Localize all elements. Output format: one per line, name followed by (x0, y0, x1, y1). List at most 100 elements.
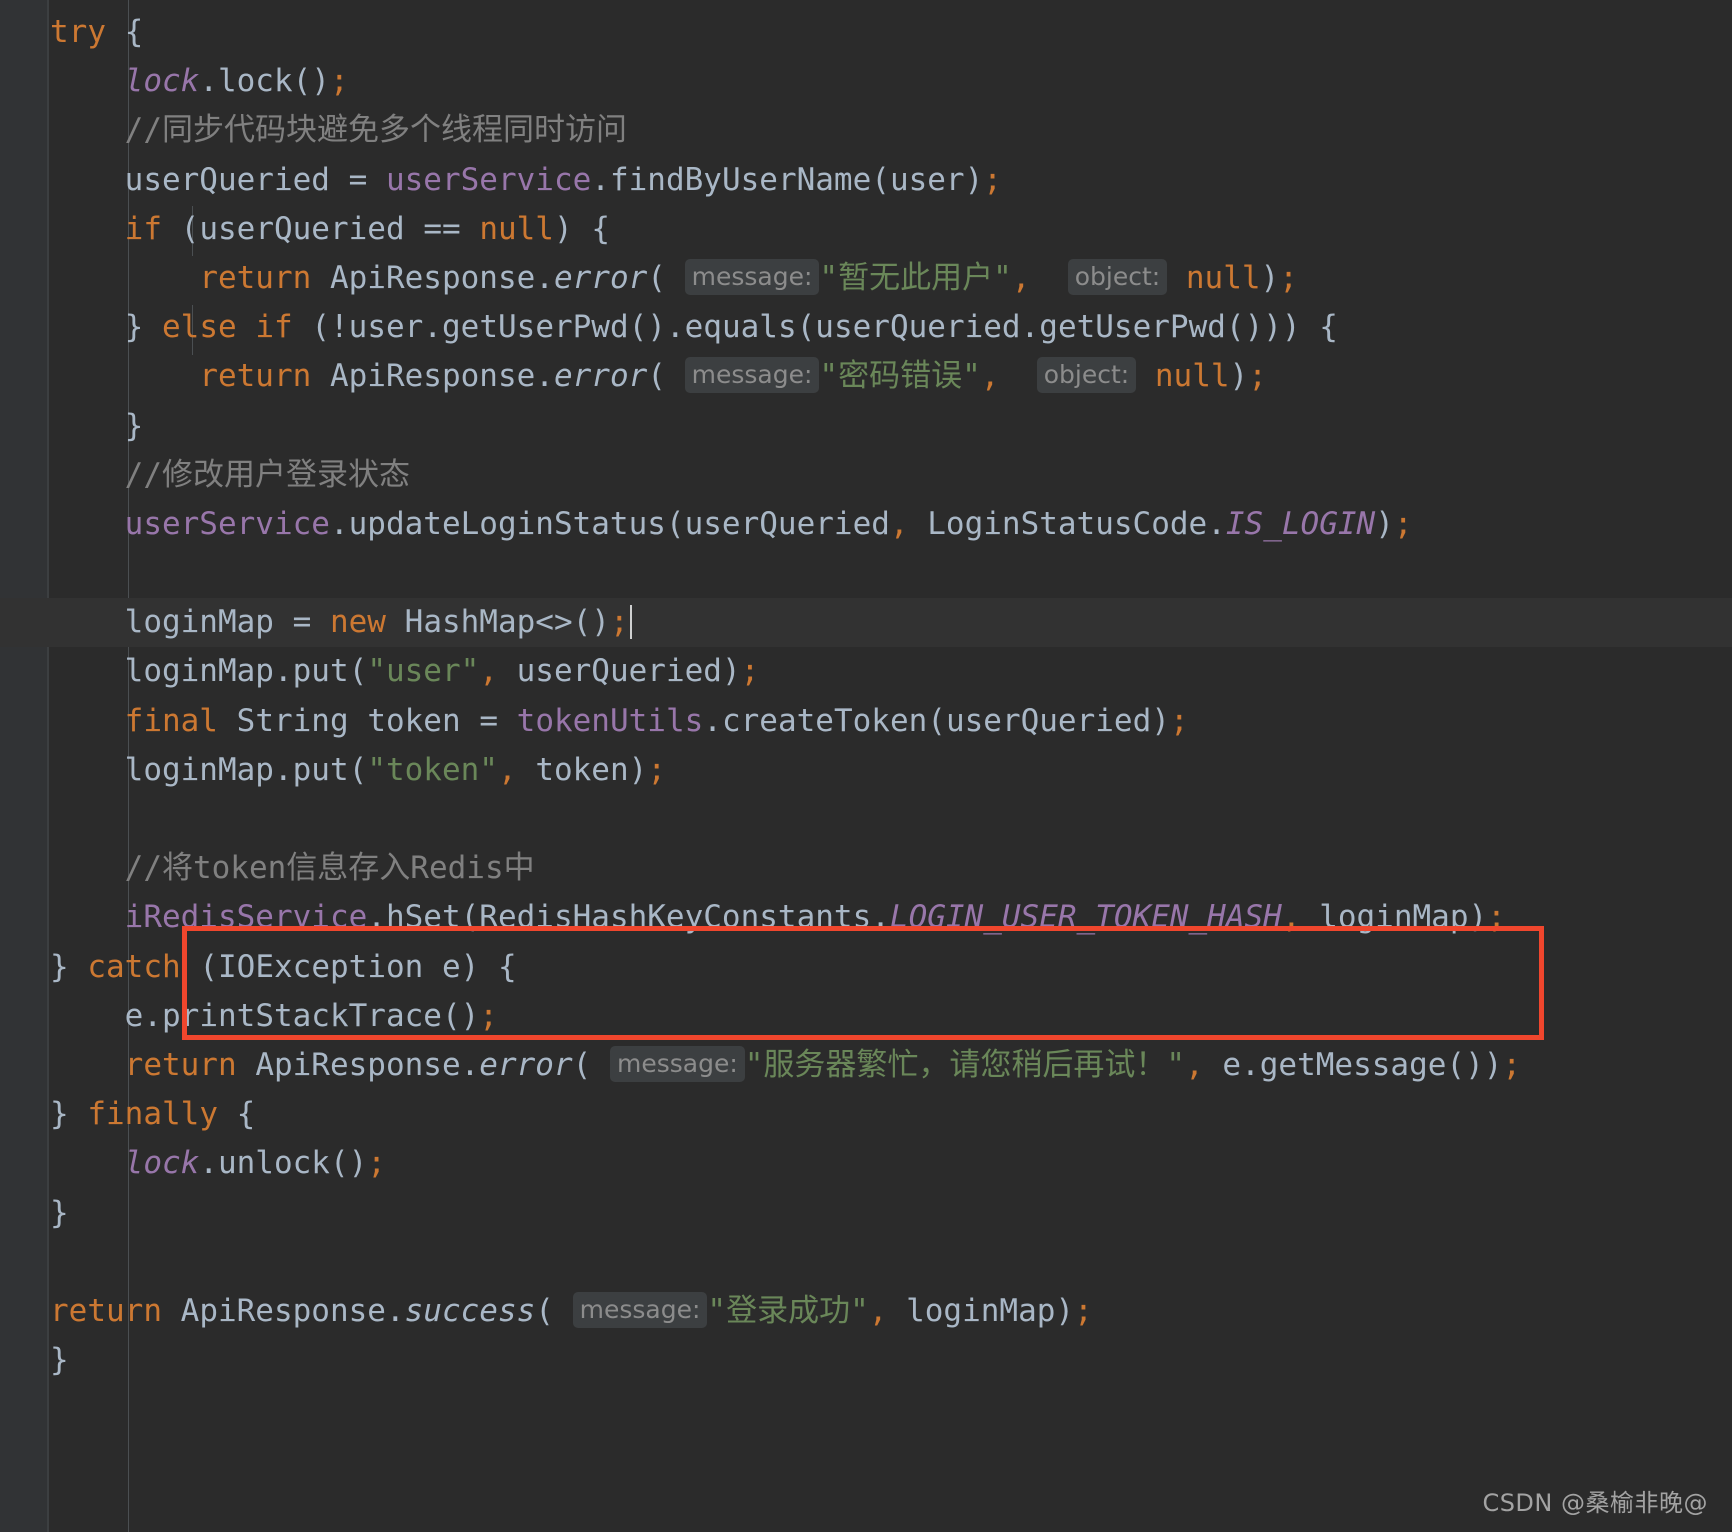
code-line-put-user[interactable]: loginMap.put("user", userQueried); (0, 647, 1732, 696)
method-getUserPwd: getUserPwd (1039, 309, 1226, 346)
sp (1136, 358, 1155, 394)
code-line-close-method[interactable]: } (0, 1336, 1732, 1385)
code-line-find-user[interactable]: userQueried = userService.findByUserName… (0, 156, 1732, 205)
dot: . (199, 63, 218, 100)
dot: . (460, 1046, 480, 1083)
code-line-catch[interactable]: } catch (IOException e) { (0, 943, 1732, 992)
parens: () (441, 997, 480, 1034)
sp (274, 604, 293, 640)
class-ApiResponse: ApiResponse (329, 358, 536, 395)
semicolon: ; (1393, 505, 1413, 542)
paren-close: ) (964, 161, 984, 198)
code-line-unlock[interactable]: lock.unlock(); (0, 1139, 1732, 1188)
param-hint-message: message: (684, 258, 820, 295)
indent-1 (50, 63, 125, 99)
code-line-comment-sync[interactable]: //同步代码块避免多个线程同时访问 (0, 106, 1732, 155)
brace-open: { (591, 210, 610, 247)
dot: . (591, 161, 610, 198)
arg-user: user (889, 161, 965, 198)
dot: . (385, 1292, 405, 1329)
code-line-finally[interactable]: } finally { (0, 1090, 1732, 1139)
code-line-comment-redis[interactable]: //将token信息存入Redis中 (0, 844, 1732, 893)
code-line-lock[interactable]: lock.lock(); (0, 57, 1732, 106)
parens: () (329, 1145, 368, 1182)
code-line-close-if[interactable]: } (0, 402, 1732, 451)
paren-close: ) (1260, 259, 1280, 296)
code-line-try[interactable]: try { (0, 8, 1732, 57)
parens: () (628, 309, 666, 346)
semicolon: ; (609, 604, 629, 641)
keyword-return: return (199, 358, 312, 395)
comment-update-login-status: //修改用户登录状态 (124, 456, 410, 493)
code-line-printstacktrace[interactable]: e.printStackTrace(); (0, 992, 1732, 1041)
dot: . (329, 505, 349, 542)
code-line-new-hashmap[interactable]: loginMap = new HashMap<>(); (0, 598, 1732, 648)
paren-close: ) (1468, 899, 1488, 936)
code-line-else-if-pwd[interactable]: } else if (!user.getUserPwd().equals(use… (0, 303, 1732, 352)
comma: , (1011, 259, 1031, 296)
sp (293, 309, 312, 345)
code-editor[interactable]: try { lock.lock(); //同步代码块避免多个线程同时访问 use… (0, 0, 1732, 1532)
var-e: e (1222, 1046, 1242, 1083)
var-loginMap: loginMap (1319, 899, 1469, 936)
constant-IS-LOGIN: IS_LOGIN (1225, 505, 1376, 542)
string-key-user: "user" (367, 653, 480, 690)
method-hSet: hSet (385, 899, 461, 936)
code-line-hset[interactable]: iRedisService.hSet(RedisHashKeyConstants… (0, 893, 1732, 942)
brace-close: } (50, 948, 69, 985)
sp (498, 703, 517, 739)
sp (1204, 1047, 1223, 1083)
semicolon: ; (647, 751, 666, 788)
field-userService: userService (124, 505, 330, 542)
paren-open: ( (647, 259, 666, 296)
code-content[interactable]: try { lock.lock(); //同步代码块避免多个线程同时访问 use… (0, 0, 1732, 1532)
paren-close: ) (553, 210, 573, 247)
dot: . (199, 1145, 218, 1182)
paren-open: ( (460, 899, 480, 936)
code-line-blank-2[interactable] (0, 795, 1732, 844)
class-LoginStatusCode: LoginStatusCode (927, 505, 1208, 542)
code-line-blank-1[interactable] (0, 549, 1732, 598)
semicolon: ; (983, 161, 1002, 198)
code-line-create-token[interactable]: final String token = tokenUtils.createTo… (0, 697, 1732, 746)
sp (69, 1096, 88, 1132)
code-line-comment-status[interactable]: //修改用户登录状态 (0, 451, 1732, 500)
string-login-success: "登录成功" (707, 1292, 869, 1329)
code-line-return-busy[interactable]: return ApiResponse.error( message: "服务器繁忙… (0, 1041, 1732, 1090)
method-createToken: createToken (721, 702, 928, 739)
code-line-close-finally[interactable]: } (0, 1189, 1732, 1238)
code-line-update-status[interactable]: userService.updateLoginStatus(userQuerie… (0, 500, 1732, 549)
class-RedisHashKeyConstants: RedisHashKeyConstants (479, 899, 872, 936)
method-error: error (553, 259, 648, 296)
constant-LOGIN-USER-TOKEN-HASH: LOGIN_USER_TOKEN_HASH (889, 899, 1282, 936)
method-findByUserName: findByUserName (609, 161, 872, 198)
operator-assign: = (348, 161, 368, 198)
indent-1 (50, 604, 125, 640)
indent-1 (50, 1145, 125, 1181)
code-line-if-null[interactable]: if (userQueried == null) { (0, 205, 1732, 254)
var-e: e (442, 948, 461, 985)
keyword-null: null (1154, 358, 1230, 395)
param-hint-message: message: (609, 1045, 745, 1082)
paren-open: ( (199, 948, 219, 985)
sp (1301, 899, 1320, 935)
param-hint-object: object: (1067, 258, 1168, 295)
brace-close: } (124, 407, 144, 444)
sp (1167, 260, 1186, 296)
keyword-null: null (479, 210, 554, 247)
field-tokenUtils: tokenUtils (516, 702, 704, 739)
csdn-watermark: CSDN @桑榆非晚@ (1482, 1489, 1708, 1517)
paren-open: ( (871, 161, 890, 198)
paren-open: ( (927, 702, 946, 739)
class-ApiResponse: ApiResponse (329, 259, 536, 296)
code-line-return-success[interactable]: return ApiResponse.success( message: "登录成… (0, 1287, 1732, 1336)
dot: . (535, 358, 554, 395)
comma: , (479, 653, 498, 690)
code-line-return-bad-pwd[interactable]: return ApiResponse.error( message: "密码错误"… (0, 352, 1732, 401)
indent-2 (50, 260, 199, 296)
sp (218, 703, 237, 739)
indent-1 (50, 899, 125, 935)
code-line-return-no-user[interactable]: return ApiResponse.error( message: "暂无此用户… (0, 254, 1732, 303)
code-line-put-token[interactable]: loginMap.put("token", token); (0, 746, 1732, 795)
code-line-blank-3[interactable] (0, 1238, 1732, 1287)
